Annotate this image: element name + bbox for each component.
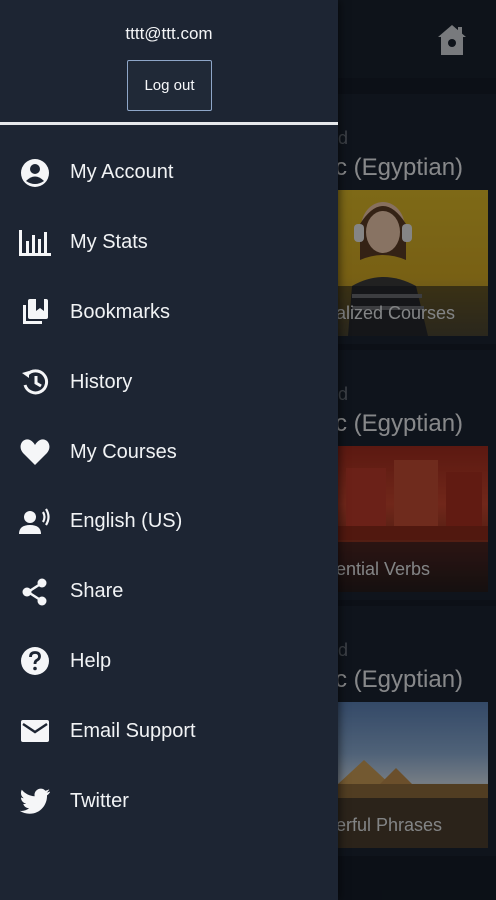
menu-item-label: Bookmarks: [70, 300, 171, 323]
menu-item-my-stats[interactable]: My Stats: [0, 208, 338, 278]
menu-item-label: My Courses: [70, 440, 177, 463]
header-divider: [0, 122, 338, 125]
menu-item-share[interactable]: Share: [0, 557, 338, 627]
menu-item-label: My Account: [70, 161, 174, 184]
user-email: tttt@ttt.com: [125, 24, 213, 43]
menu-item-language[interactable]: English (US): [0, 487, 338, 557]
menu-item-history[interactable]: History: [0, 347, 338, 417]
logout-button[interactable]: Log out: [127, 60, 212, 111]
menu-item-help[interactable]: Help: [0, 627, 338, 697]
drawer-header: tttt@ttt.com Log out: [0, 0, 338, 122]
menu-item-my-account[interactable]: My Account: [0, 138, 338, 208]
history-icon: [18, 365, 52, 399]
help-icon: [18, 644, 52, 678]
navigation-drawer: tttt@ttt.com Log out My Account My Stats…: [0, 0, 338, 900]
menu-item-label: Twitter: [70, 789, 129, 812]
menu-item-label: Email Support: [70, 719, 196, 742]
menu-item-label: My Stats: [70, 231, 148, 254]
menu-item-email-support[interactable]: Email Support: [0, 696, 338, 766]
drawer-menu: My Account My Stats Bookmarks History My…: [0, 138, 338, 836]
menu-item-label: English (US): [70, 510, 183, 533]
twitter-icon: [18, 784, 52, 818]
email-icon: [18, 714, 52, 748]
menu-item-twitter[interactable]: Twitter: [0, 766, 338, 836]
share-icon: [18, 575, 52, 609]
account-circle-icon: [18, 156, 52, 190]
bar-chart-icon: [18, 226, 52, 260]
menu-item-bookmarks[interactable]: Bookmarks: [0, 278, 338, 348]
bookmarks-icon: [18, 295, 52, 329]
menu-item-label: Share: [70, 580, 124, 603]
menu-item-label: Help: [70, 649, 112, 672]
voice-language-icon: [18, 505, 52, 539]
menu-item-label: History: [70, 370, 133, 393]
heart-icon: [18, 435, 52, 469]
menu-item-my-courses[interactable]: My Courses: [0, 417, 338, 487]
